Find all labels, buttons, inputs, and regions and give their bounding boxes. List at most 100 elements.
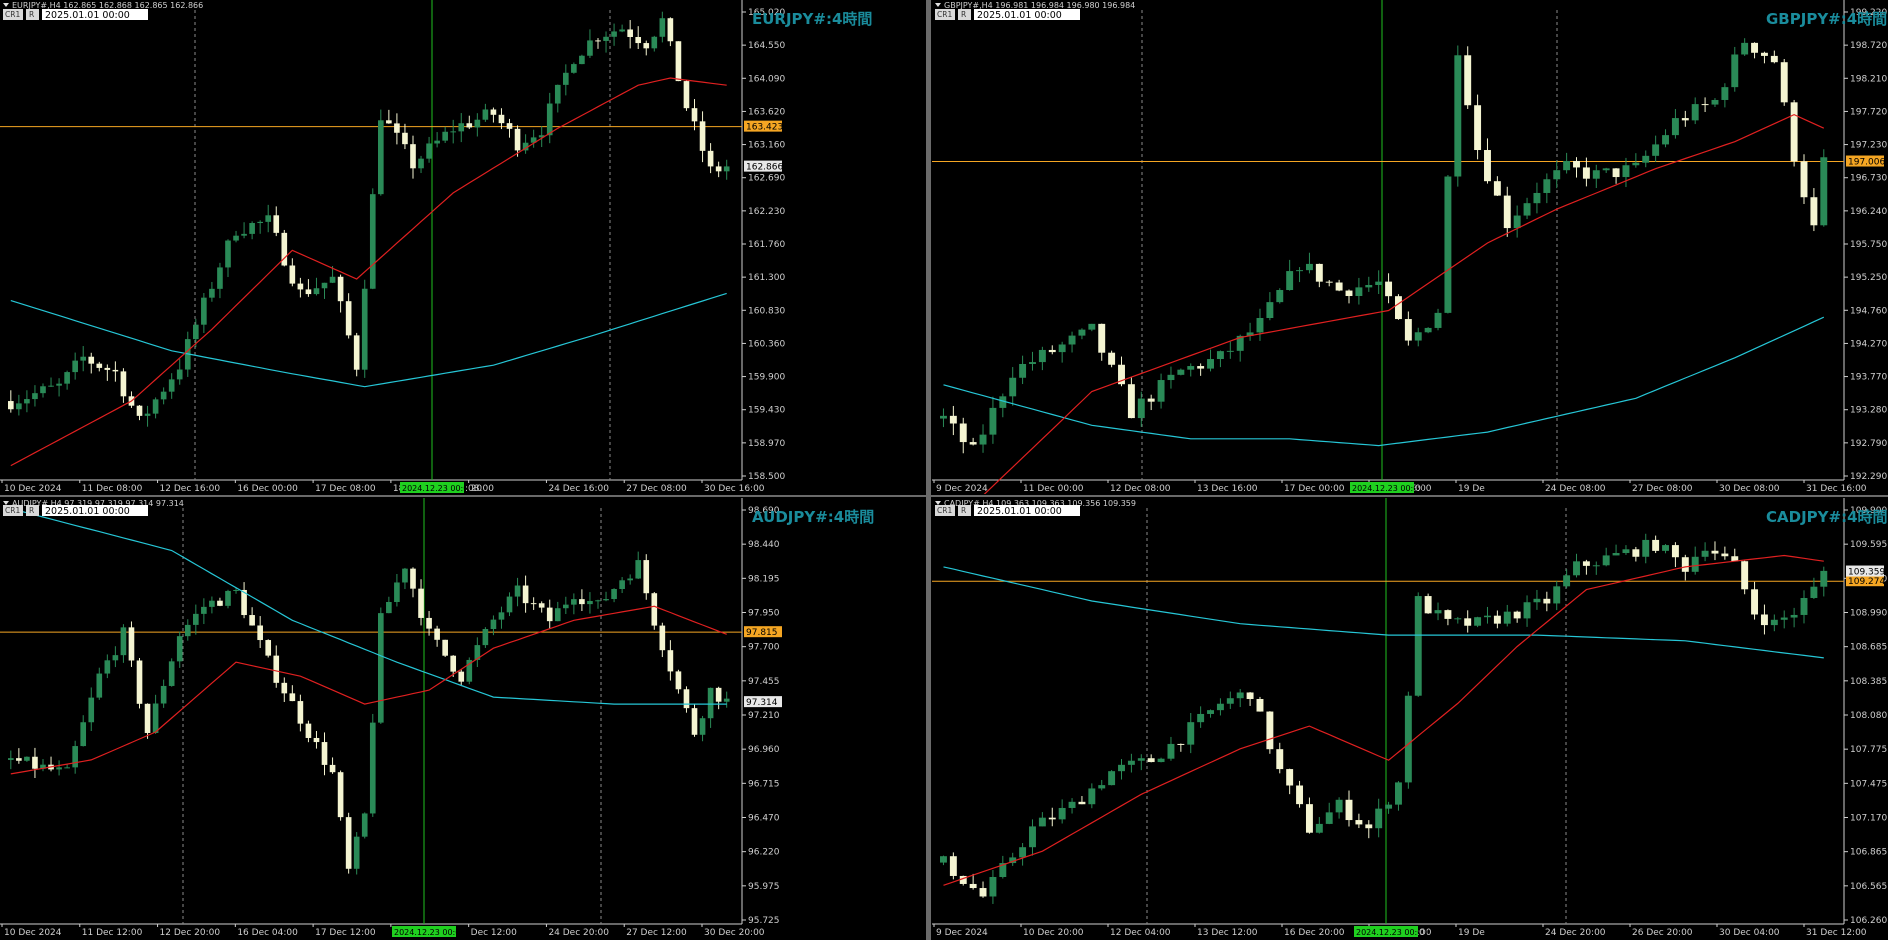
candle-body: [1563, 160, 1571, 171]
candle-body: [691, 108, 698, 122]
candle-body: [233, 589, 239, 591]
candle-body: [1780, 617, 1788, 620]
candle-body: [538, 603, 545, 608]
candle-body: [1770, 55, 1778, 63]
terminal-window: 165.020 164.550 164.090 163.620 163.160 162.6…: [0, 0, 1888, 940]
time-tick-label: Dec 12:00: [471, 928, 517, 938]
candle-body: [571, 64, 577, 73]
candle-body: [1197, 713, 1205, 723]
chart-pane-eurjpy[interactable]: 165.020 164.550 164.090 163.620 163.160 162.6…: [0, 0, 925, 494]
symbol-header: GBPJPY#,H4 196.981 196.984 196.980 196.9…: [944, 1, 1135, 10]
candle-body: [1790, 102, 1798, 162]
chevron-down-icon[interactable]: [935, 501, 941, 505]
time-tick-label: 30 Dec 04:00: [1719, 928, 1780, 938]
candle-body: [643, 43, 650, 49]
chart-audjpy[interactable]: 98.69098.44098.19597.95097.70097.45597.2…: [0, 498, 925, 940]
candle-body: [683, 689, 690, 709]
candle-body: [217, 267, 223, 289]
candle-body: [1484, 615, 1491, 618]
pane-splitter-horizontal[interactable]: [0, 495, 1888, 497]
moving-average-fast: [943, 554, 1824, 886]
candle-body: [1711, 99, 1719, 105]
candle-body: [1078, 329, 1086, 336]
candle-body: [104, 367, 111, 370]
candle-body: [8, 401, 14, 410]
candle-body: [691, 708, 698, 735]
candle-body: [1068, 801, 1076, 808]
candle-body: [651, 593, 658, 626]
candle-body: [369, 722, 376, 814]
chevron-down-icon[interactable]: [935, 3, 941, 7]
candle-body: [265, 640, 272, 656]
chart-gbpjpy[interactable]: 199.220198.720198.210197.720197.230196.7…: [932, 0, 1888, 494]
price-tick-label: 195.250: [1850, 273, 1887, 283]
candle-body: [418, 588, 424, 618]
candle-body: [96, 363, 103, 368]
price-tick-label: 109.595: [1850, 540, 1887, 550]
candle-body: [96, 673, 103, 698]
vline-date-label: 2024.12.23 00:00: [402, 484, 473, 493]
chevron-down-icon[interactable]: [3, 3, 9, 7]
candle-body: [410, 568, 416, 589]
price-tick-label: 194.760: [1850, 306, 1887, 316]
candle-body: [1068, 335, 1076, 345]
chart-pane-gbpjpy[interactable]: 199.220 198.720 198.210 197.720 197.230 196.7…: [932, 0, 1888, 494]
price-tick-label: 97.950: [748, 609, 780, 619]
candle-body: [112, 655, 119, 661]
candle-body: [1424, 596, 1432, 614]
candle-body: [176, 369, 183, 380]
time-tick-label: 19 De: [1458, 928, 1485, 938]
chart-pane-cadjpy[interactable]: 109.900109.595109.290108.990108.685108.3…: [932, 498, 1888, 940]
candle-body: [361, 813, 368, 837]
price-tick-label: 160.830: [748, 306, 785, 316]
candle-body: [225, 240, 231, 268]
price-tick-label: 95.725: [748, 916, 780, 926]
candle-body: [56, 383, 62, 386]
price-tick-label: 164.090: [748, 74, 785, 84]
candle-body: [699, 718, 706, 735]
date-input-value: 2025.01.01 00:00: [977, 506, 1062, 517]
time-tick-label: 16 Dec 20:00: [1284, 928, 1345, 938]
candle-body: [426, 617, 432, 629]
pane-splitter-vertical[interactable]: [926, 0, 931, 940]
candle-body: [603, 599, 609, 601]
moving-average-slow: [943, 316, 1825, 447]
candle-body: [1474, 105, 1482, 151]
candles: [8, 11, 730, 427]
candle-body: [1147, 758, 1155, 763]
price-tick-label: 108.080: [1850, 711, 1887, 721]
candle-body: [1424, 327, 1432, 333]
candle-body: [723, 166, 730, 172]
price-tick-label: 106.865: [1850, 848, 1887, 858]
candle-body: [498, 114, 505, 124]
candle-body: [144, 413, 151, 416]
candle-body: [1701, 550, 1709, 557]
candle-body: [337, 276, 344, 302]
chart-pane-audjpy[interactable]: 98.690 98.440 98.195 97.950 97.700 97.455 97.2…: [0, 498, 925, 940]
time-tick-label: 26 Dec 20:00: [1632, 928, 1693, 938]
candle-body: [1632, 162, 1640, 166]
candle-body: [1038, 349, 1046, 363]
candle-body: [1048, 349, 1056, 353]
candle-body: [1157, 380, 1165, 402]
chevron-down-icon[interactable]: [3, 501, 9, 505]
price-tick-label: 196.240: [1850, 207, 1887, 217]
candle-body: [217, 600, 223, 606]
candle-body: [1029, 826, 1036, 848]
chart-cadjpy[interactable]: 109.900109.595109.290108.990108.685108.3…: [932, 498, 1888, 940]
candle-body: [1395, 782, 1402, 805]
price-tick-label: 160.360: [748, 339, 785, 349]
candle-body: [1563, 575, 1571, 587]
price-tick-label: 193.770: [1850, 373, 1887, 383]
price-tick-label: 197.230: [1850, 141, 1887, 151]
time-tick-label: 16 Dec 04:00: [237, 928, 298, 938]
time-tick-label: 13 Dec 16:00: [1197, 484, 1258, 494]
candle-body: [627, 29, 633, 37]
candle-body: [1573, 561, 1580, 576]
price-tick-label: 159.900: [748, 373, 785, 383]
time-tick-label: 27 Dec 08:00: [626, 484, 687, 494]
candle-body: [88, 356, 95, 364]
candle-body: [1464, 55, 1472, 106]
candle-body: [1513, 215, 1521, 229]
chart-eurjpy[interactable]: 165.020164.550164.090163.620163.160162.6…: [0, 0, 925, 494]
